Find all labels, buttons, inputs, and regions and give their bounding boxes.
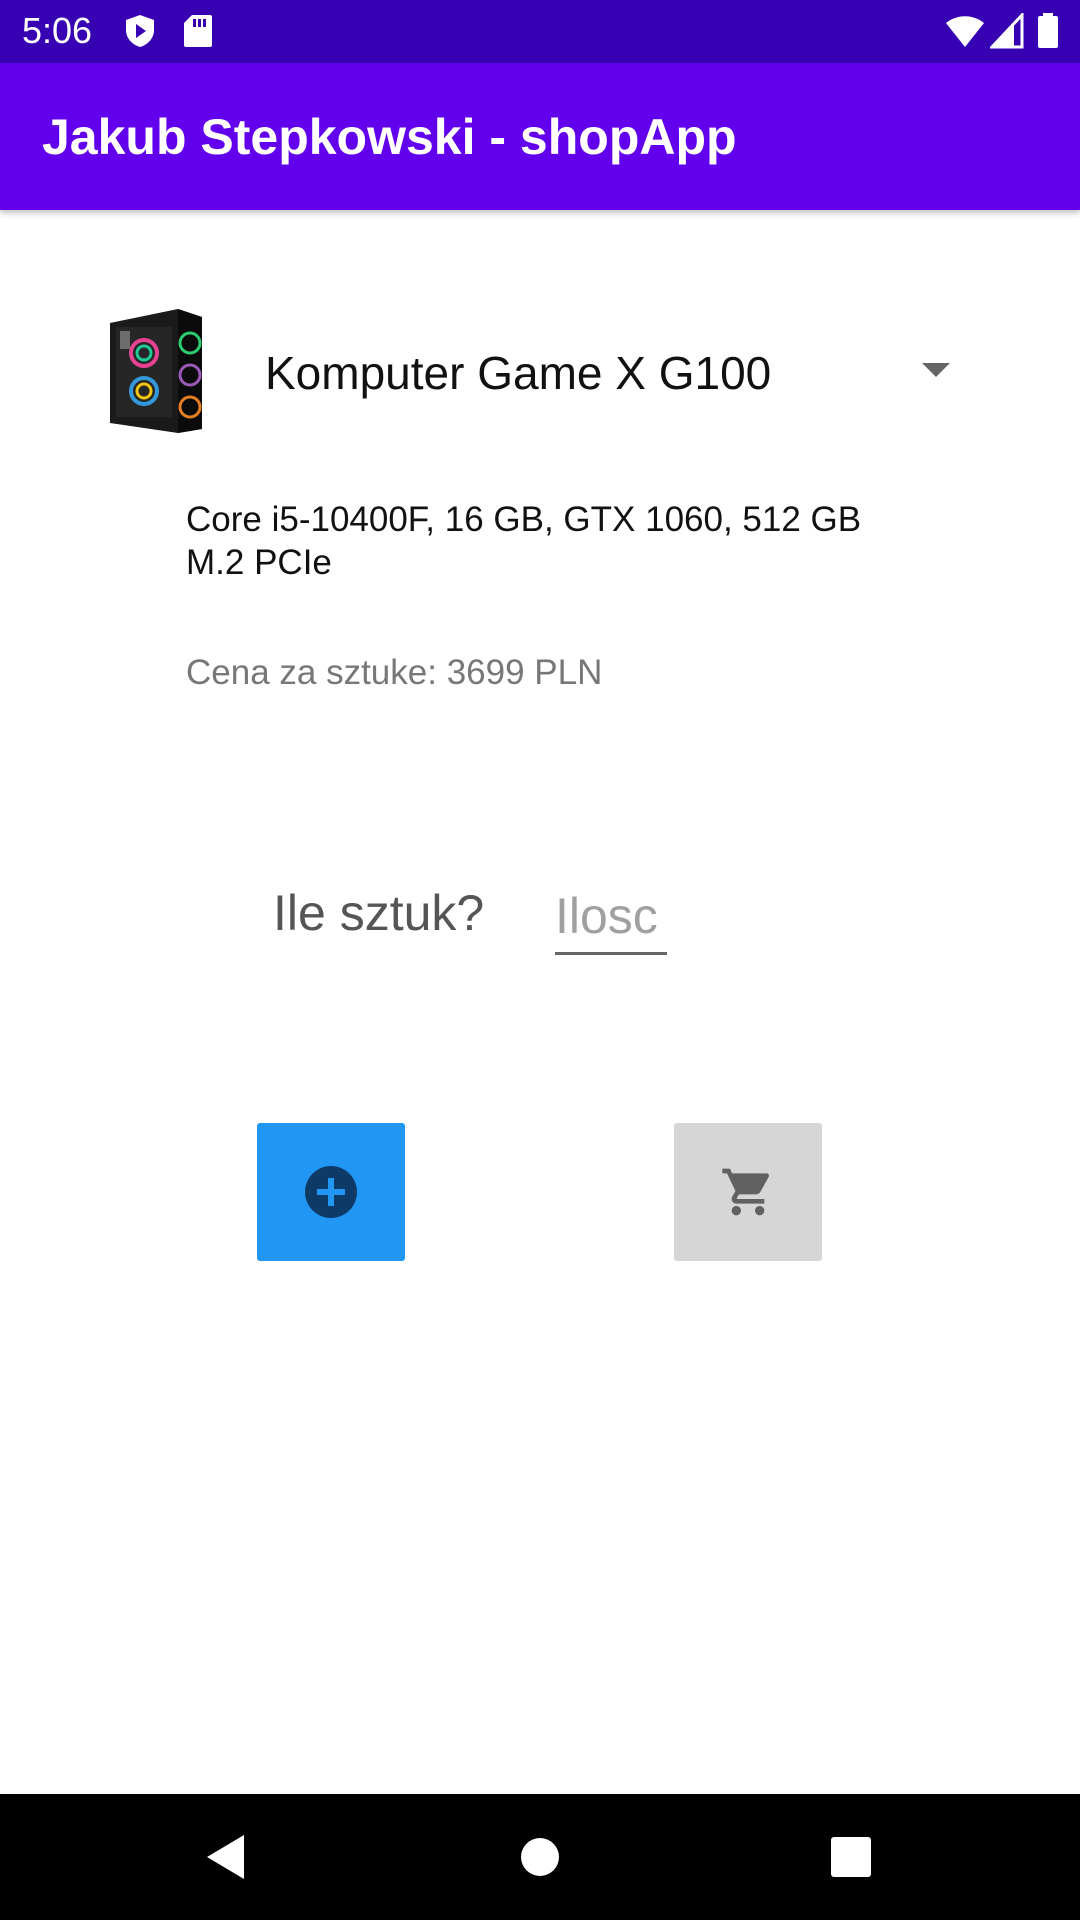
navigation-bar bbox=[0, 1794, 1080, 1920]
quantity-label: Ile sztuk? bbox=[273, 885, 485, 941]
shield-play-icon bbox=[122, 13, 158, 49]
status-time: 5:06 bbox=[22, 10, 93, 51]
wifi-icon bbox=[945, 13, 985, 49]
quantity-input[interactable] bbox=[555, 880, 667, 955]
battery-icon bbox=[1037, 13, 1059, 49]
app-bar: Jakub Stepkowski - shopApp bbox=[0, 63, 1080, 210]
status-bar: 5:06 bbox=[0, 0, 1080, 63]
app-title: Jakub Stepkowski - shopApp bbox=[42, 109, 737, 165]
pc-case-image bbox=[100, 305, 210, 435]
dropdown-arrow-icon[interactable] bbox=[920, 360, 952, 380]
add-button[interactable] bbox=[257, 1123, 405, 1261]
sd-card-icon bbox=[183, 13, 219, 49]
product-spinner[interactable]: Komputer Game X G100 bbox=[100, 295, 980, 455]
product-description: Core i5-10400F, 16 GB, GTX 1060, 512 GB … bbox=[186, 500, 862, 582]
home-icon[interactable] bbox=[505, 1822, 575, 1892]
product-name: Komputer Game X G100 bbox=[265, 347, 772, 399]
cart-button[interactable] bbox=[674, 1123, 822, 1261]
recents-icon[interactable] bbox=[816, 1822, 886, 1892]
signal-icon bbox=[988, 11, 1026, 49]
back-icon[interactable] bbox=[190, 1822, 260, 1892]
price-text: Cena za sztuke: 3699 PLN bbox=[186, 653, 603, 692]
